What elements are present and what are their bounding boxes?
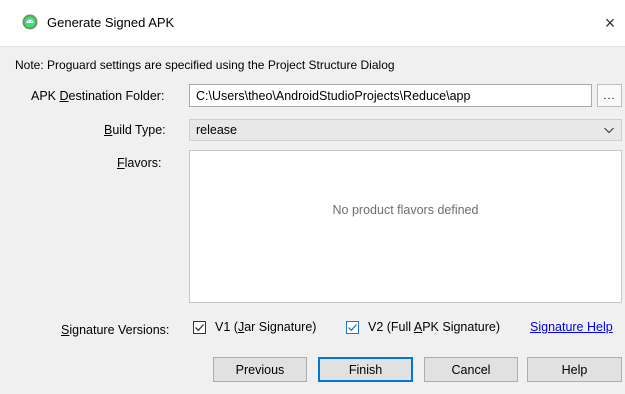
checkmark-icon	[348, 323, 357, 331]
signature-help-link[interactable]: Signature Help	[530, 320, 613, 334]
previous-button-label: Previous	[235, 362, 285, 377]
flavors-label-mnemonic: F	[117, 156, 125, 170]
flavors-label-post: lavors:	[124, 156, 162, 170]
destination-label-post: estination Folder:	[68, 89, 165, 103]
flavors-list[interactable]: No product flavors defined	[189, 150, 622, 303]
signature-versions-label: Signature Versions:	[61, 323, 169, 337]
close-button[interactable]: ×	[595, 0, 625, 46]
cancel-button[interactable]: Cancel	[424, 357, 518, 382]
previous-button[interactable]: Previous	[213, 357, 307, 382]
v1-checkbox-box[interactable]	[193, 320, 206, 334]
help-button[interactable]: Help	[527, 357, 622, 382]
v1-signature-checkbox[interactable]: V1 (Jar Signature)	[193, 320, 316, 334]
build-type-label: Build Type:	[104, 123, 166, 137]
v1-label-post: ar Signature)	[244, 320, 317, 334]
v2-signature-checkbox[interactable]: V2 (Full APK Signature)	[346, 320, 500, 334]
build-type-value: release	[196, 123, 237, 137]
v2-checkbox-box[interactable]	[346, 320, 359, 334]
finish-button-label: Finish	[348, 362, 383, 377]
title-bar: Generate Signed APK ×	[0, 0, 625, 47]
browse-button[interactable]: ...	[597, 84, 622, 107]
proguard-note: Note: Proguard settings are specified us…	[15, 58, 395, 72]
signature-label-post: ignature Versions:	[69, 323, 170, 337]
cancel-button-label: Cancel	[451, 362, 491, 377]
flavors-label: Flavors:	[117, 156, 161, 170]
browse-label: ...	[603, 89, 616, 102]
android-studio-icon	[22, 14, 38, 30]
flavors-empty-text: No product flavors defined	[332, 203, 479, 217]
finish-button[interactable]: Finish	[318, 357, 413, 382]
build-type-select[interactable]: release	[189, 119, 622, 141]
build-type-label-post: uild Type:	[112, 123, 166, 137]
v1-label-pre: V1 (	[215, 320, 238, 334]
checkmark-icon	[195, 323, 204, 331]
v1-checkbox-label: V1 (Jar Signature)	[215, 320, 316, 334]
close-icon: ×	[604, 12, 616, 33]
destination-folder-value: C:\Users\theo\AndroidStudioProjects\Redu…	[196, 88, 471, 103]
chevron-down-icon	[603, 123, 615, 137]
window-title: Generate Signed APK	[47, 15, 175, 30]
v2-checkbox-label: V2 (Full APK Signature)	[368, 320, 500, 334]
v2-label-mnemonic: A	[413, 320, 423, 334]
destination-label: APK Destination Folder:	[31, 89, 164, 103]
destination-folder-input[interactable]: C:\Users\theo\AndroidStudioProjects\Redu…	[189, 84, 592, 107]
v2-label-post: PK Signature)	[422, 320, 501, 334]
destination-label-pre: APK	[31, 89, 60, 103]
v2-label-pre: V2 (Full	[368, 320, 414, 334]
help-button-label: Help	[561, 362, 588, 377]
destination-label-mnemonic: D	[59, 89, 69, 103]
